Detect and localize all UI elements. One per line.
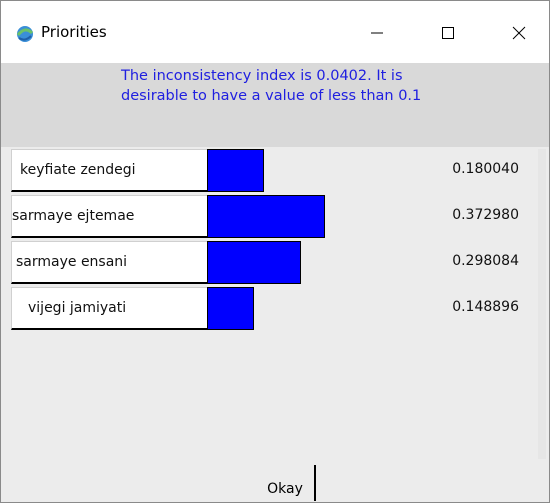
priority-row: vijegi jamiyati 0.148896 [1,285,541,331]
title-bar: Priorities [1,1,549,63]
app-icon [15,24,35,44]
priority-row: sarmaye ensani 0.298084 [1,239,541,285]
priority-bar [207,149,264,192]
inconsistency-text: The inconsistency index is 0.0402. It is… [121,68,422,104]
inconsistency-message: The inconsistency index is 0.0402. It is… [1,63,549,148]
vertical-scrollbar[interactable] [538,149,546,459]
priority-row: keyfiate zendegi 0.180040 [1,147,541,193]
maximize-icon [442,27,454,39]
priority-label: keyfiate zendegi [11,149,209,192]
priority-value: 0.148896 [452,299,519,315]
priority-value: 0.180040 [452,161,519,177]
priorities-window: Priorities The inconsistency index is 0.… [0,0,550,503]
close-button[interactable] [496,13,542,53]
priority-bar [207,287,254,330]
priority-value: 0.372980 [452,207,519,223]
priority-label: sarmaye ejtemae [11,195,209,238]
footer: Okay [1,465,549,502]
priority-row: sarmaye ejtemae 0.372980 [1,193,541,239]
maximize-button[interactable] [425,13,471,53]
close-icon [512,26,526,40]
okay-button[interactable]: Okay [256,465,316,501]
window-title: Priorities [41,23,107,41]
priority-bar [207,241,301,284]
priority-bar [207,195,325,238]
priority-label: vijegi jamiyati [11,287,209,330]
minimize-icon [371,32,383,34]
priorities-list: keyfiate zendegi 0.180040 sarmaye ejtema… [1,147,549,465]
priority-label: sarmaye ensani [11,241,209,284]
minimize-button[interactable] [354,13,400,53]
priority-value: 0.298084 [452,253,519,269]
